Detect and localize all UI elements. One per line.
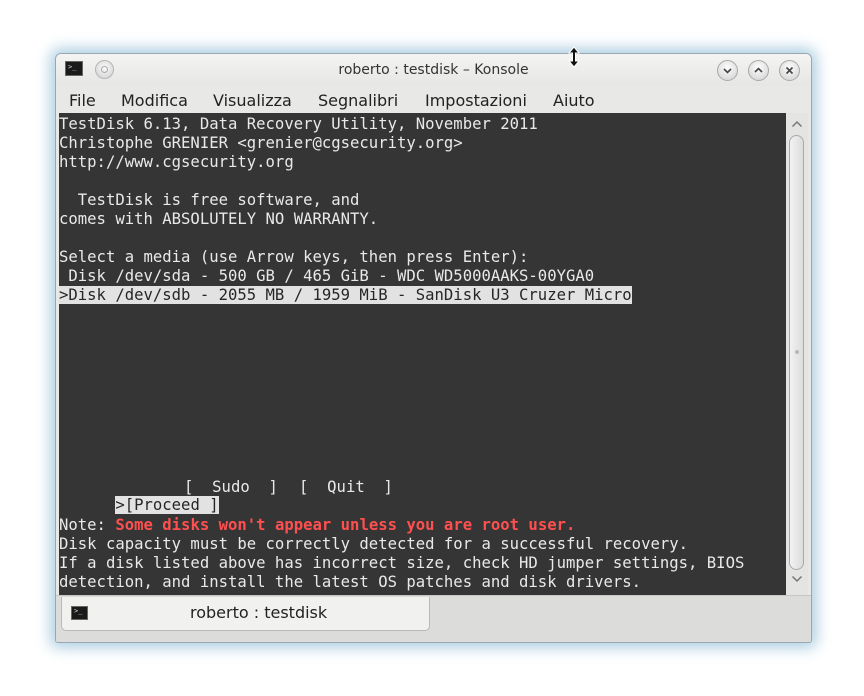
quit-button[interactable]: [ Quit ] bbox=[299, 478, 393, 496]
tab-bar: >_ roberto : testdisk bbox=[56, 595, 811, 642]
maximize-button[interactable] bbox=[748, 60, 769, 81]
tab-label: roberto : testdisk bbox=[190, 603, 328, 622]
menu-impostazioni[interactable]: Impostazioni bbox=[425, 91, 527, 110]
menu-bar: File Modifica Visualizza Segnalibri Impo… bbox=[56, 86, 811, 113]
scroll-down-icon[interactable] bbox=[791, 574, 803, 584]
konsole-window: >_ roberto : testdisk – Konsole File Mod… bbox=[55, 53, 812, 643]
close-button[interactable] bbox=[779, 60, 800, 81]
select-media-prompt: Select a media (use Arrow keys, then pre… bbox=[59, 248, 529, 266]
header-line: http://www.cgsecurity.org bbox=[59, 153, 294, 171]
disk-item-sda[interactable]: Disk /dev/sda - 500 GB / 465 GiB - WDC W… bbox=[59, 267, 594, 286]
minimize-icon bbox=[723, 68, 732, 74]
vertical-scrollbar[interactable] bbox=[786, 113, 808, 595]
proceed-button[interactable]: >[Proceed ] bbox=[115, 496, 219, 514]
root-warning: Some disks won't appear unless you are r… bbox=[115, 516, 576, 534]
menu-aiuto[interactable]: Aiuto bbox=[553, 91, 595, 110]
note-line: Note: Some disks won't appear unless you… bbox=[59, 516, 575, 535]
note-line: If a disk listed above has incorrect siz… bbox=[59, 554, 745, 572]
maximize-icon bbox=[754, 67, 763, 73]
header-line: TestDisk 6.13, Data Recovery Utility, No… bbox=[59, 115, 538, 133]
menu-visualizza[interactable]: Visualizza bbox=[213, 91, 292, 110]
terminal-icon: >_ bbox=[71, 606, 88, 620]
note-label: Note: bbox=[59, 516, 116, 534]
resize-cursor-icon bbox=[567, 46, 581, 68]
note-line: detection, and install the latest OS pat… bbox=[59, 573, 642, 591]
license-line: TestDisk is free software, and bbox=[59, 191, 360, 209]
minimize-button[interactable] bbox=[717, 60, 738, 81]
disk-item-sdb-selected[interactable]: >Disk /dev/sdb - 2055 MB / 1959 MiB - Sa… bbox=[59, 286, 632, 304]
scrollbar-thumb[interactable] bbox=[789, 135, 804, 570]
scroll-up-icon[interactable] bbox=[791, 119, 803, 129]
header-line: Christophe GRENIER <grenier@cgsecurity.o… bbox=[59, 134, 463, 152]
title-bar[interactable]: >_ roberto : testdisk – Konsole bbox=[56, 54, 811, 86]
window-title: roberto : testdisk – Konsole bbox=[338, 62, 529, 78]
scrollbar-grip bbox=[795, 350, 799, 354]
license-line: comes with ABSOLUTELY NO WARRANTY. bbox=[59, 210, 379, 228]
terminal-area[interactable]: TestDisk 6.13, Data Recovery Utility, No… bbox=[59, 113, 786, 595]
menu-segnalibri[interactable]: Segnalibri bbox=[318, 91, 398, 110]
tab-roberto-testdisk[interactable]: >_ roberto : testdisk bbox=[61, 597, 430, 631]
note-line: Disk capacity must be correctly detected… bbox=[59, 535, 689, 553]
close-icon bbox=[785, 66, 794, 75]
menu-modifica[interactable]: Modifica bbox=[121, 91, 188, 110]
sudo-button[interactable]: [ Sudo ] bbox=[184, 478, 278, 496]
menu-file[interactable]: File bbox=[69, 91, 96, 110]
